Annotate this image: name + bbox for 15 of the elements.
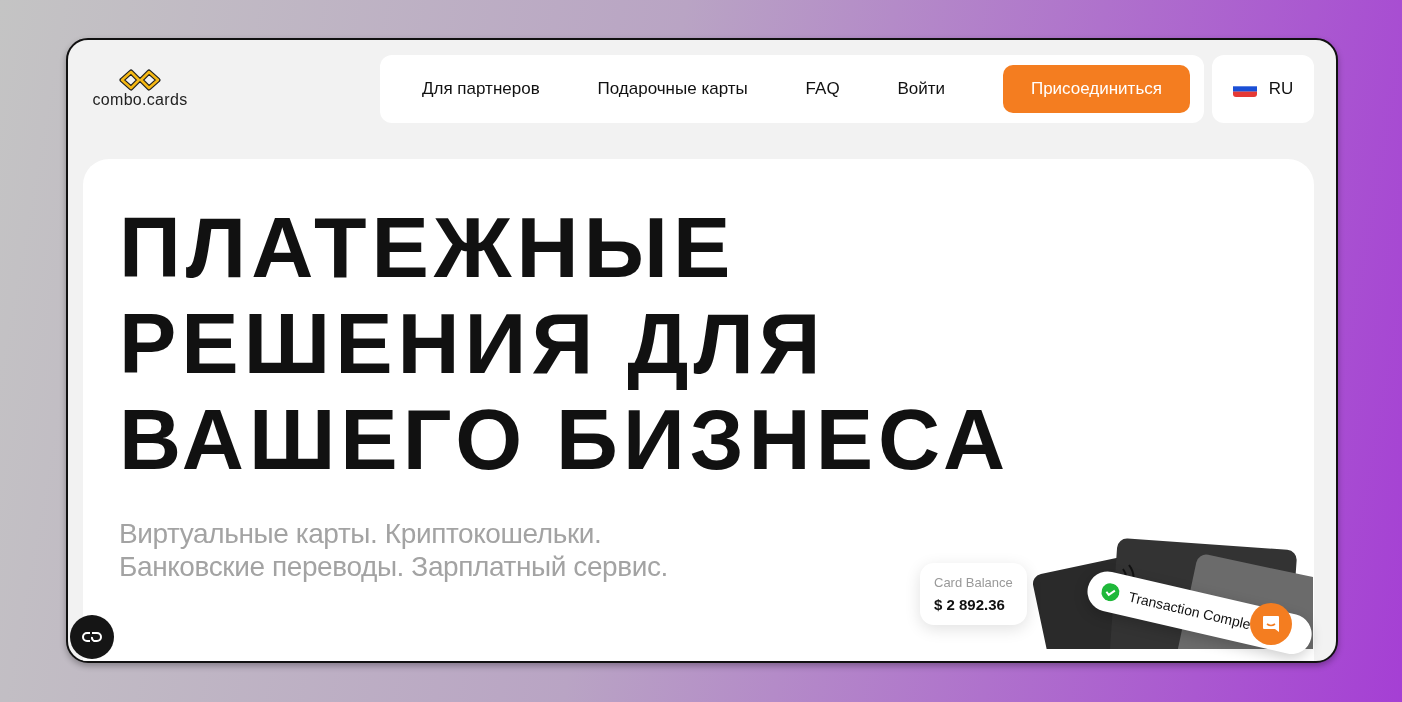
chat-icon	[1261, 614, 1281, 634]
hero-heading: ПЛАТЕЖНЫЕ РЕШЕНИЯ ДЛЯ ВАШЕГО БИЗНЕСА	[119, 199, 1012, 487]
logo-icon	[118, 69, 162, 91]
nav-link[interactable]: Подарочные карты	[597, 79, 748, 99]
nav-link[interactable]: Для партнеров	[422, 79, 540, 99]
language-selector[interactable]: RU	[1212, 55, 1314, 123]
logo-button[interactable]	[70, 615, 114, 659]
balance-label: Card Balance	[934, 575, 1013, 590]
check-icon	[1099, 581, 1122, 603]
hero-subtitle: Виртуальные карты. Криптокошельки. Банковские переводы. Зарплатный сервис.	[119, 517, 668, 583]
link-icon	[81, 631, 103, 643]
nav-link[interactable]: Войти	[897, 79, 946, 99]
logo-text: combo.cards	[92, 91, 188, 109]
nav-link[interactable]: FAQ	[805, 79, 840, 99]
balance-amount: $ 2 892.36	[934, 596, 1006, 613]
